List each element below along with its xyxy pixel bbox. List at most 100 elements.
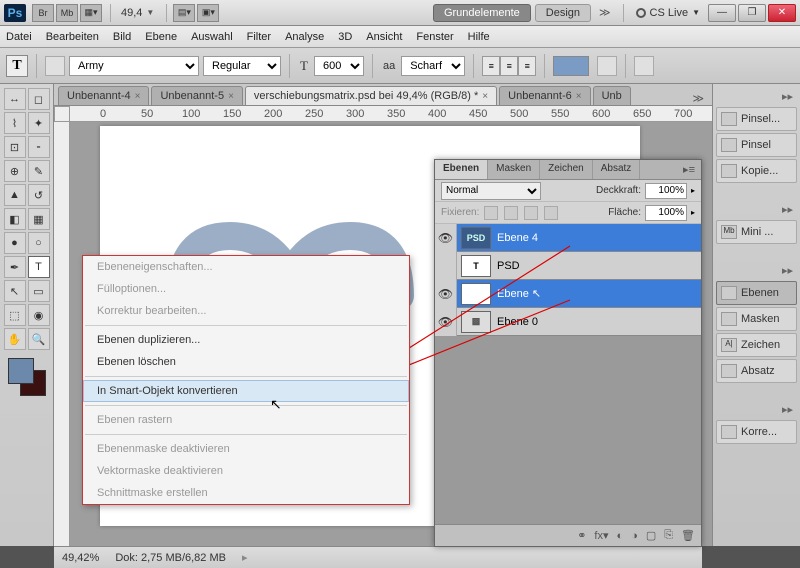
layer-name[interactable]: Ebene 4: [495, 232, 701, 244]
status-doc-size[interactable]: Dok: 2,75 MB/6,82 MB: [115, 552, 226, 564]
workspace-more-icon[interactable]: ≫: [599, 6, 611, 19]
bridge-icon[interactable]: Br: [32, 4, 54, 22]
hand-tool[interactable]: ✋: [4, 328, 26, 350]
current-tool-icon[interactable]: T: [6, 55, 28, 77]
blend-mode-select[interactable]: Normal: [441, 182, 541, 200]
text-color-swatch[interactable]: [553, 56, 589, 76]
lock-pixels-icon[interactable]: [504, 206, 518, 220]
panel-menu-icon[interactable]: ▸≡: [677, 160, 701, 179]
close-button[interactable]: ✕: [768, 4, 796, 22]
stamp-tool[interactable]: ▲: [4, 184, 26, 206]
arrange-icon[interactable]: ▤▾: [173, 4, 195, 22]
doc-tab[interactable]: Unbenannt-5×: [151, 86, 242, 105]
marquee-tool[interactable]: ◻: [28, 88, 50, 110]
ruler-horizontal[interactable]: 0501001502002503003504004505005506006507…: [70, 106, 712, 122]
panel-tab-masken[interactable]: Masken: [488, 160, 540, 179]
dock-kopie[interactable]: Kopie...: [716, 159, 797, 183]
pen-tool[interactable]: ✒: [4, 256, 26, 278]
layer-row[interactable]: TPSD: [435, 252, 701, 280]
expand-dock-icon[interactable]: ▸▸: [716, 88, 797, 105]
ruler-vertical[interactable]: [54, 122, 70, 546]
antialias-select[interactable]: Scharf: [401, 56, 465, 76]
link-layers-icon[interactable]: ⚭: [577, 529, 586, 542]
dock-pinsel-preset[interactable]: Pinsel...: [716, 107, 797, 131]
align-left-button[interactable]: ≡: [482, 56, 500, 76]
menu-3d[interactable]: 3D: [338, 31, 352, 43]
zoom-tool[interactable]: 🔍: [28, 328, 50, 350]
dock-pinsel[interactable]: Pinsel: [716, 133, 797, 157]
path-tool[interactable]: ↖: [4, 280, 26, 302]
layer-row[interactable]: 👁PSD Ebene 4: [435, 224, 701, 252]
layer-group-icon[interactable]: ▢: [646, 529, 656, 542]
minibridge-icon[interactable]: Mb: [56, 4, 78, 22]
layer-visibility-icon[interactable]: 👁: [435, 308, 457, 336]
zoom-level[interactable]: 49,4: [121, 7, 142, 19]
tabs-scroll-icon[interactable]: ≫: [688, 92, 708, 105]
delete-layer-icon[interactable]: 🗑: [681, 529, 695, 542]
expand-dock-icon[interactable]: ▸▸: [716, 262, 797, 279]
status-menu-icon[interactable]: ▸: [242, 551, 248, 564]
layer-thumbnail[interactable]: [461, 283, 491, 305]
eraser-tool[interactable]: ◧: [4, 208, 26, 230]
history-brush-tool[interactable]: ↺: [28, 184, 50, 206]
shape-tool[interactable]: ▭: [28, 280, 50, 302]
layer-thumbnail[interactable]: ▩: [461, 311, 491, 333]
screen-mode-icon[interactable]: ▣▾: [197, 4, 219, 22]
text-orientation-icon[interactable]: [45, 56, 65, 76]
font-family-select[interactable]: Army: [69, 56, 199, 76]
align-right-button[interactable]: ≡: [518, 56, 536, 76]
menu-filter[interactable]: Filter: [247, 31, 271, 43]
dock-korrekturen[interactable]: Korre...: [716, 420, 797, 444]
layer-thumbnail[interactable]: PSD: [461, 227, 491, 249]
expand-dock-icon[interactable]: ▸▸: [716, 401, 797, 418]
context-menu-item[interactable]: Ebenen löschen: [83, 351, 409, 373]
layer-thumbnail[interactable]: T: [461, 255, 491, 277]
menu-auswahl[interactable]: Auswahl: [191, 31, 233, 43]
layer-visibility-icon[interactable]: 👁: [435, 224, 457, 252]
gradient-tool[interactable]: ▦: [28, 208, 50, 230]
font-style-select[interactable]: Regular: [203, 56, 281, 76]
lock-all-icon[interactable]: [544, 206, 558, 220]
doc-tab[interactable]: Unbenannt-6×: [499, 86, 590, 105]
menu-hilfe[interactable]: Hilfe: [468, 31, 490, 43]
cslive-button[interactable]: CS Live▼: [636, 7, 700, 19]
minimize-button[interactable]: —: [708, 4, 736, 22]
menu-ebene[interactable]: Ebene: [145, 31, 177, 43]
3d-tool[interactable]: ⬚: [4, 304, 26, 326]
opacity-input[interactable]: [645, 183, 687, 199]
menu-ansicht[interactable]: Ansicht: [366, 31, 402, 43]
layer-name[interactable]: Ebene 0: [495, 316, 701, 328]
close-icon[interactable]: ×: [135, 91, 141, 102]
blur-tool[interactable]: ●: [4, 232, 26, 254]
panel-tab-ebenen[interactable]: Ebenen: [435, 160, 488, 179]
adjustment-layer-icon[interactable]: ◑: [631, 530, 638, 542]
lock-transparency-icon[interactable]: [484, 206, 498, 220]
dock-zeichen[interactable]: A|Zeichen: [716, 333, 797, 357]
dodge-tool[interactable]: ○: [28, 232, 50, 254]
warp-text-icon[interactable]: [597, 56, 617, 76]
view-extras-icon[interactable]: ▦▾: [80, 4, 102, 22]
lock-position-icon[interactable]: [524, 206, 538, 220]
doc-tab[interactable]: Unbenannt-4×: [58, 86, 149, 105]
layer-mask-icon[interactable]: ◐: [617, 530, 624, 542]
doc-tab-active[interactable]: verschiebungsmatrix.psd bei 49,4% (RGB/8…: [245, 86, 497, 105]
close-icon[interactable]: ×: [576, 91, 582, 102]
layer-name[interactable]: Ebene ↖: [495, 287, 701, 300]
workspace-grundelemente[interactable]: Grundelemente: [433, 4, 531, 22]
menu-datei[interactable]: Datei: [6, 31, 32, 43]
dock-minibridge[interactable]: MbMini ...: [716, 220, 797, 244]
align-center-button[interactable]: ≡: [500, 56, 518, 76]
layer-visibility-icon[interactable]: [435, 252, 457, 280]
workspace-design[interactable]: Design: [535, 4, 591, 22]
expand-dock-icon[interactable]: ▸▸: [716, 201, 797, 218]
layer-fx-icon[interactable]: fx▾: [594, 529, 608, 542]
close-icon[interactable]: ×: [228, 91, 234, 102]
panel-tab-absatz[interactable]: Absatz: [593, 160, 641, 179]
lasso-tool[interactable]: ⌇: [4, 112, 26, 134]
new-layer-icon[interactable]: ⎘: [664, 529, 673, 542]
close-icon[interactable]: ×: [482, 91, 488, 102]
brush-tool[interactable]: ✎: [28, 160, 50, 182]
color-swatches[interactable]: [8, 358, 46, 396]
menu-bild[interactable]: Bild: [113, 31, 131, 43]
type-tool[interactable]: T: [28, 256, 50, 278]
